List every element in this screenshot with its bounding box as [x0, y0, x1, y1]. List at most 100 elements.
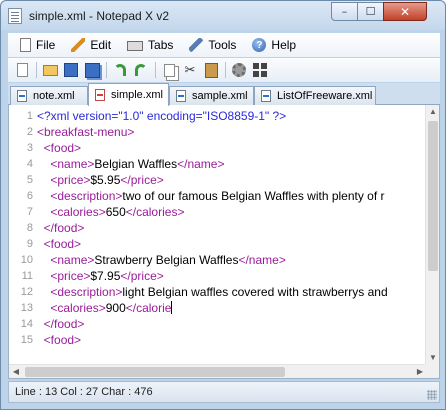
- code-line: <food>: [43, 237, 82, 251]
- tabs-icon: [127, 41, 144, 51]
- line-number: 13: [20, 302, 33, 314]
- toolbar-separator: [36, 62, 37, 78]
- tab-label: ListOfFreeware.xml: [277, 90, 373, 102]
- cursor-position-status: Line : 13 Col : 27 Char : 476: [15, 386, 153, 398]
- document-icon: [17, 90, 27, 102]
- tab-label: note.xml: [33, 90, 75, 102]
- line-number: 9: [26, 238, 33, 250]
- menu-help[interactable]: ? Help: [248, 36, 304, 54]
- menu-tabs[interactable]: Tabs: [123, 36, 181, 54]
- tab-label: simple.xml: [111, 89, 163, 101]
- menu-edit-label: Edit: [90, 38, 112, 52]
- toolbar-separator: [225, 62, 226, 78]
- minimize-button[interactable]: –: [331, 2, 358, 21]
- line-number: 4: [26, 158, 33, 170]
- edit-icon: [71, 38, 86, 52]
- line-number: 14: [20, 318, 33, 330]
- document-icon: [95, 89, 105, 101]
- resize-grip-icon[interactable]: [427, 390, 437, 400]
- tools-icon: [189, 38, 204, 52]
- tab-listoffreeware-xml[interactable]: ListOfFreeware.xml: [254, 86, 376, 105]
- new-icon: [16, 63, 28, 77]
- code-line: <breakfast-menu>: [37, 125, 135, 139]
- code-line: <food>: [43, 333, 82, 347]
- new-button[interactable]: [12, 60, 32, 80]
- grid-icon: [253, 63, 267, 77]
- save-all-button[interactable]: [82, 60, 102, 80]
- document-icon: [261, 90, 271, 102]
- copy-button[interactable]: [159, 60, 179, 80]
- tab-sample-xml[interactable]: sample.xml: [169, 86, 254, 105]
- maximize-button[interactable]: ☐: [357, 2, 384, 21]
- save-button[interactable]: [61, 60, 81, 80]
- code-line: </food>: [43, 317, 85, 331]
- file-icon: [20, 38, 31, 52]
- title-bar[interactable]: simple.xml - Notepad X v2 – ☐ ✕: [1, 1, 445, 30]
- save-all-icon: [84, 62, 100, 78]
- tab-simple-xml[interactable]: simple.xml: [88, 83, 169, 106]
- code-line: <name>Belgian Waffles</name>: [50, 157, 225, 171]
- notepad-app-icon: [8, 8, 22, 24]
- code-line: <food>: [43, 141, 82, 155]
- toolbar: ✂: [8, 58, 440, 82]
- vertical-scrollbar[interactable]: ▲ ▼: [425, 105, 439, 365]
- undo-button[interactable]: [110, 60, 130, 80]
- scroll-left-icon[interactable]: ◀: [9, 365, 23, 378]
- document-icon: [176, 90, 186, 102]
- copy-icon: [163, 63, 175, 77]
- menu-help-label: Help: [271, 38, 297, 52]
- horizontal-scroll-thumb[interactable]: [25, 367, 285, 377]
- code-line: <name>Strawberry Belgian Waffles</name>: [50, 253, 286, 267]
- scroll-down-icon[interactable]: ▼: [426, 351, 439, 365]
- scrollbar-corner: [425, 364, 439, 378]
- save-icon: [64, 63, 78, 77]
- help-icon: ?: [252, 38, 267, 52]
- menu-file[interactable]: File: [16, 36, 63, 54]
- horizontal-scrollbar[interactable]: ◀ ▶: [9, 364, 427, 378]
- text-caret: [171, 301, 173, 314]
- tab-bar: note.xml simple.xml sample.xml ListOfFre…: [8, 83, 440, 106]
- close-button[interactable]: ✕: [383, 2, 427, 21]
- vertical-scroll-thumb[interactable]: [428, 121, 438, 271]
- line-number: 7: [26, 206, 33, 218]
- settings-button[interactable]: [229, 60, 249, 80]
- cut-icon: ✂: [184, 62, 196, 77]
- menu-edit[interactable]: Edit: [67, 36, 119, 54]
- menu-tools-label: Tools: [208, 38, 237, 52]
- open-button[interactable]: [40, 60, 60, 80]
- code-line: <description>two of our famous Belgian W…: [50, 189, 385, 203]
- code-line: <price>$7.95</price>: [50, 269, 164, 283]
- toolbar-separator: [106, 62, 107, 78]
- notepad-window: simple.xml - Notepad X v2 – ☐ ✕ File Edi…: [0, 0, 446, 410]
- redo-icon: [135, 64, 147, 76]
- line-number: 5: [26, 174, 33, 186]
- tab-note-xml[interactable]: note.xml: [10, 86, 88, 105]
- code-line: <calories>900</calorie: [50, 301, 173, 315]
- scroll-up-icon[interactable]: ▲: [426, 105, 439, 119]
- menu-tools[interactable]: Tools: [185, 36, 244, 54]
- menu-tabs-label: Tabs: [148, 38, 174, 52]
- line-number-gutter: 1 2 3 4 5 6 7 8 9 10 11 12 13 14 15: [9, 105, 37, 378]
- redo-button[interactable]: [131, 60, 151, 80]
- code-line: <description>light Belgian waffles cover…: [50, 285, 388, 299]
- cut-button[interactable]: ✂: [180, 60, 200, 80]
- line-number: 1: [26, 110, 33, 122]
- menu-file-label: File: [36, 38, 56, 52]
- code-editor[interactable]: 1 2 3 4 5 6 7 8 9 10 11 12 13 14 15 <?xml version="1.0…: [8, 105, 440, 379]
- menu-bar: File Edit Tabs Tools ? Help: [8, 33, 440, 57]
- code-line: </food>: [43, 221, 85, 235]
- line-number: 11: [21, 270, 33, 282]
- paste-button[interactable]: [201, 60, 221, 80]
- code-line: <?xml version="1.0" encoding="ISO8859-1"…: [37, 109, 287, 123]
- open-icon: [42, 64, 58, 76]
- toolbar-separator: [155, 62, 156, 78]
- line-number: 6: [26, 190, 33, 202]
- line-number: 2: [26, 126, 33, 138]
- undo-icon: [114, 64, 126, 76]
- line-number: 15: [20, 334, 33, 346]
- code-line: <calories>650</calories>: [50, 205, 185, 219]
- grid-button[interactable]: [250, 60, 270, 80]
- window-title: simple.xml - Notepad X v2: [29, 9, 170, 23]
- code-text-area[interactable]: <?xml version="1.0" encoding="ISO8859-1"…: [37, 105, 425, 364]
- paste-icon: [204, 62, 218, 78]
